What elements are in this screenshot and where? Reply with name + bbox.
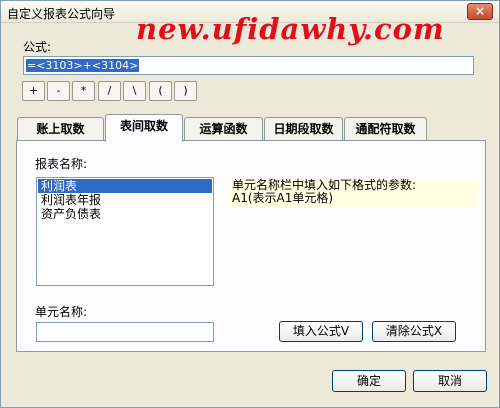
report-list[interactable]: 利润表 利润表年报 资产负债表	[36, 177, 214, 286]
operator-minus-button[interactable]: -	[47, 81, 70, 101]
clear-formula-button[interactable]: 清除公式X	[372, 321, 456, 342]
operator-plus-button[interactable]: +	[22, 81, 45, 101]
hint-line: A1(表示A1单元格)	[232, 191, 334, 205]
operator-close-paren-button[interactable]: )	[174, 81, 197, 101]
tab-strip: 账上取数 表间取数 运算函数 日期段取数 通配符取数	[17, 114, 487, 142]
formula-value: =<3103>+<3104>	[26, 59, 140, 72]
operator-open-paren-button[interactable]: (	[149, 81, 172, 101]
ok-button[interactable]: 确定	[332, 370, 406, 392]
cell-name-label: 单元名称:	[35, 305, 88, 319]
formula-input[interactable]: =<3103>+<3104>	[23, 56, 474, 75]
list-item[interactable]: 资产负债表	[38, 207, 212, 221]
watermark-text: new.ufidawhy.com	[136, 12, 445, 46]
formula-wizard-dialog: 自定义报表公式向导 × new.ufidawhy.com 公式: =<3103>…	[0, 0, 500, 408]
formula-label: 公式:	[23, 40, 52, 54]
report-name-label: 报表名称:	[35, 157, 88, 171]
tab-functions[interactable]: 运算函数	[184, 117, 263, 141]
dialog-title: 自定义报表公式向导	[7, 7, 116, 21]
tab-wildcard-fetch[interactable]: 通配符取数	[344, 117, 427, 141]
tab-account-fetch[interactable]: 账上取数	[17, 117, 104, 141]
operator-multiply-button[interactable]: *	[72, 81, 95, 101]
tab-panel: 报表名称: 利润表 利润表年报 资产负债表 单元名称栏中填入如下格式的参数: A…	[16, 140, 486, 352]
cancel-button[interactable]: 取消	[413, 370, 487, 392]
hint-box: 单元名称栏中填入如下格式的参数: A1(表示A1单元格)	[228, 179, 478, 207]
insert-formula-button[interactable]: 填入公式V	[279, 321, 363, 342]
list-item[interactable]: 利润表	[38, 179, 212, 193]
operator-backslash-button[interactable]: \	[123, 81, 146, 101]
close-icon: ×	[474, 4, 486, 18]
tab-date-range-fetch[interactable]: 日期段取数	[264, 117, 343, 141]
tab-inter-report-fetch[interactable]: 表间取数	[105, 114, 183, 142]
cell-name-input[interactable]	[36, 322, 214, 342]
list-item[interactable]: 利润表年报	[38, 193, 212, 207]
close-button[interactable]: ×	[467, 3, 493, 20]
operator-divide-button[interactable]: /	[98, 81, 121, 101]
